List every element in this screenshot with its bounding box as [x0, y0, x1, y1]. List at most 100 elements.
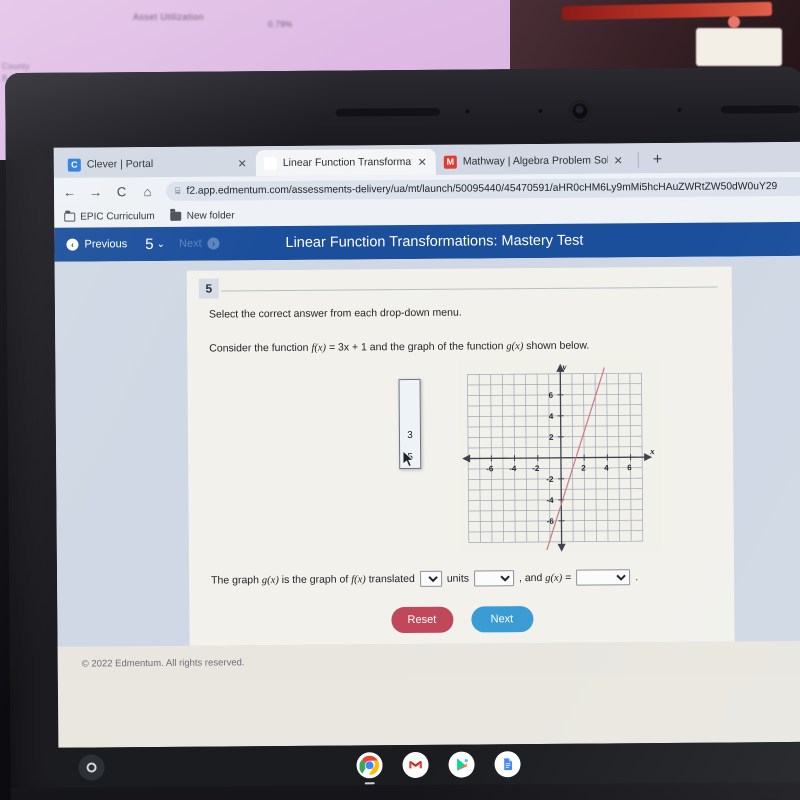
- background-blur-text-1: Asset Utilization: [133, 12, 204, 22]
- svg-text:6: 6: [627, 463, 632, 472]
- chrome-icon[interactable]: [356, 752, 383, 785]
- gmail-icon[interactable]: [402, 751, 429, 779]
- svg-text:6: 6: [549, 391, 554, 400]
- address-bar[interactable]: ⌸ f2.app.edmentum.com/assessments-delive…: [165, 176, 800, 201]
- next-nav-label: Next: [178, 237, 202, 250]
- mouse-cursor: [403, 450, 415, 468]
- new-tab-button[interactable]: +: [653, 151, 662, 169]
- microphone-dot-right: [538, 108, 543, 113]
- svg-text:-2: -2: [532, 464, 540, 473]
- dropdown-option-selected[interactable]: [400, 467, 421, 470]
- background-blur-text-2: 0.79%: [268, 20, 293, 29]
- close-icon[interactable]: ✕: [614, 154, 623, 167]
- shelf-app-icons: [58, 749, 800, 785]
- prompt-part-2: = 3x + 1 and the graph of the function: [325, 340, 507, 354]
- hinge-vent-right: [720, 103, 800, 114]
- answer-text-2: , and g(x) =: [518, 571, 572, 585]
- prompt-text: Consider the function f(x) = 3x + 1 and …: [209, 340, 589, 355]
- question-number: 5: [145, 235, 154, 253]
- folder-icon: [170, 211, 182, 221]
- dropdown-option[interactable]: [400, 380, 420, 402]
- prompt-part-1: Consider the function: [209, 341, 312, 355]
- reset-button[interactable]: Reset: [390, 606, 454, 634]
- chevron-left-icon: ‹: [66, 238, 79, 251]
- microphone-dot-left: [465, 109, 470, 114]
- svg-text:x: x: [649, 446, 655, 456]
- answer-period: .: [635, 571, 639, 584]
- webcam: [570, 101, 590, 121]
- function-fx: f(x): [311, 342, 327, 354]
- tab-mathway[interactable]: M Mathway | Algebra Problem Solv ✕: [435, 147, 632, 175]
- tab-clever-portal[interactable]: C Clever | Portal ✕: [59, 150, 256, 178]
- chromeos-shelf: [58, 741, 800, 788]
- back-icon[interactable]: ←: [62, 184, 77, 199]
- laptop-body: C Clever | Portal ✕ e Linear Function Tr…: [5, 66, 800, 800]
- close-icon[interactable]: ✕: [238, 157, 247, 170]
- assessment-workarea: 5 Select the correct answer from each dr…: [54, 255, 800, 647]
- hinge-vent-left: [335, 106, 441, 117]
- photo-scene: Asset Utilization 0.79% County B 1/ C Cl…: [0, 0, 800, 800]
- graph-svg: -6 -4 -2 2 4 6 6 4 2 -2 -4 -6 y x: [459, 359, 661, 553]
- question-badge: 5: [198, 278, 219, 299]
- bookmark-label: EPIC Curriculum: [80, 210, 155, 223]
- bookmark-epic-curriculum[interactable]: EPIC Curriculum: [64, 210, 155, 222]
- copyright-text: © 2022 Edmentum. All rights reserved.: [81, 656, 245, 670]
- background-white-object: [696, 28, 782, 66]
- bookmark-label: New folder: [186, 209, 235, 222]
- prompt-part-3: shown below.: [523, 339, 590, 353]
- bookmark-new-folder[interactable]: New folder: [170, 209, 235, 222]
- mathway-icon: M: [443, 155, 457, 169]
- close-icon[interactable]: ✕: [418, 155, 427, 168]
- clever-icon: C: [67, 158, 81, 172]
- svg-text:4: 4: [604, 463, 609, 472]
- svg-text:-4: -4: [509, 464, 517, 473]
- previous-button[interactable]: ‹ Previous: [54, 238, 139, 251]
- folder-outline-icon: [64, 212, 76, 222]
- previous-label: Previous: [84, 238, 128, 251]
- instruction-text: Select the correct answer from each drop…: [208, 306, 462, 321]
- chevron-down-icon: ⌄: [156, 238, 166, 250]
- function-gx: g(x): [506, 341, 524, 353]
- question-divider: [220, 286, 718, 292]
- tab-title: Mathway | Algebra Problem Solv: [462, 154, 608, 168]
- svg-text:4: 4: [549, 412, 554, 421]
- assessment-header: ‹ Previous 5 ⌄ Next › Linear Function Tr…: [54, 221, 800, 262]
- action-buttons: Reset Next: [189, 604, 734, 634]
- dropdown-option[interactable]: [400, 402, 420, 424]
- forward-icon[interactable]: →: [88, 184, 103, 199]
- svg-text:-4: -4: [546, 496, 554, 505]
- next-button[interactable]: Next: [470, 606, 534, 633]
- background-red-strip: [561, 1, 773, 21]
- svg-text:-6: -6: [486, 464, 494, 473]
- google-docs-icon[interactable]: [494, 751, 521, 778]
- reload-icon[interactable]: C: [114, 184, 129, 199]
- dropdown-option[interactable]: 3: [400, 424, 420, 446]
- dropdown-translation-amount[interactable]: [419, 570, 442, 587]
- tab-title: Linear Function Transformations: [282, 155, 412, 169]
- page-info-icon: ⌸: [174, 185, 181, 196]
- edmentum-icon: e: [263, 156, 277, 170]
- background-red-dot: [728, 16, 740, 28]
- browser-tabstrip: C Clever | Portal ✕ e Linear Function Tr…: [53, 141, 800, 178]
- next-nav-button: Next ›: [178, 237, 220, 250]
- active-indicator: [364, 782, 375, 785]
- coordinate-graph: -6 -4 -2 2 4 6 6 4 2 -2 -4 -6 y x: [459, 359, 661, 553]
- svg-text:2: 2: [581, 464, 586, 473]
- question-panel: 5 Select the correct answer from each dr…: [186, 266, 735, 646]
- chevron-right-icon: ›: [207, 237, 220, 250]
- home-icon[interactable]: ⌂: [140, 183, 155, 199]
- question-selector[interactable]: 5 ⌄: [139, 235, 179, 252]
- tab-title: Clever | Portal: [86, 157, 154, 171]
- play-store-icon[interactable]: [448, 751, 475, 778]
- laptop-screen: C Clever | Portal ✕ e Linear Function Tr…: [53, 141, 800, 748]
- dropdown-gx-expression[interactable]: [576, 569, 631, 586]
- dropdown-translation-direction[interactable]: [473, 570, 515, 587]
- tab-divider: [637, 152, 639, 169]
- url-text: f2.app.edmentum.com/assessments-delivery…: [186, 180, 778, 197]
- background-blur-text-3: County: [2, 62, 30, 71]
- answer-sentence: The graph g(x) is the graph of f(x) tran…: [211, 569, 724, 589]
- units-label: units: [446, 572, 470, 585]
- svg-text:-2: -2: [546, 475, 554, 484]
- answer-text-1: The graph g(x) is the graph of f(x) tran…: [211, 572, 415, 587]
- tab-linear-function-transformations[interactable]: e Linear Function Transformations ✕: [255, 148, 436, 177]
